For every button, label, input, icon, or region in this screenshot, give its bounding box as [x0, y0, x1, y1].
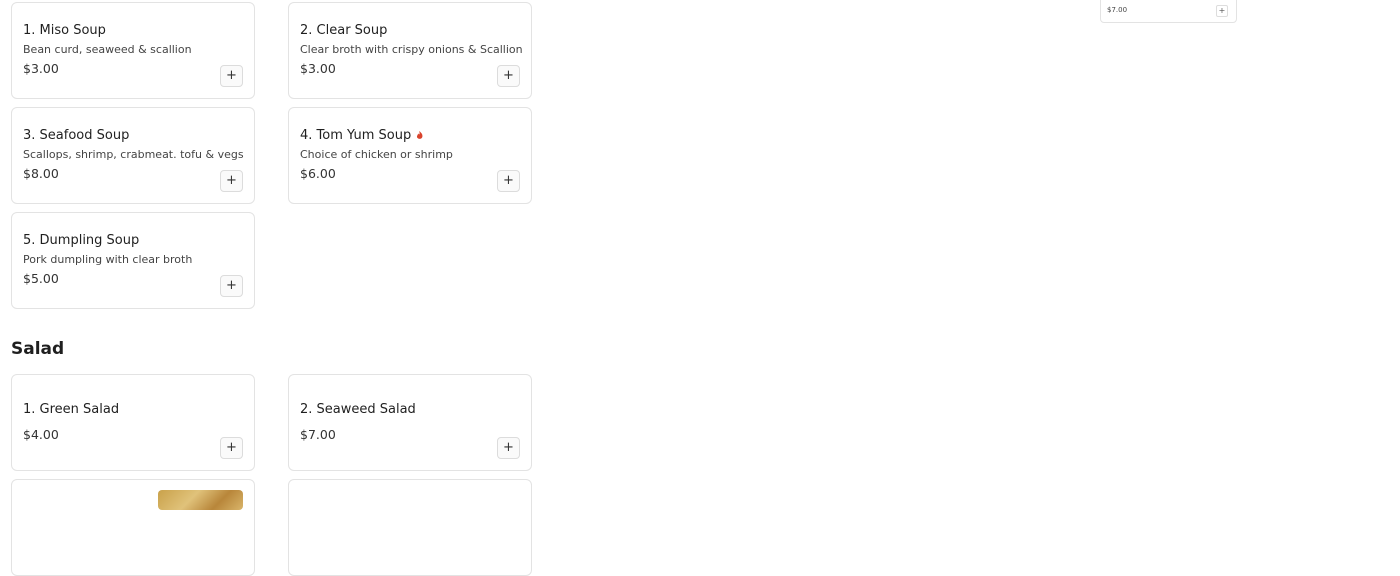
item-name: 3. Seafood Soup [23, 128, 130, 143]
add-to-cart-button[interactable]: + [497, 170, 520, 192]
add-to-cart-button[interactable]: + [220, 65, 243, 87]
item-price: $7.00 [1107, 6, 1128, 14]
item-price: $6.00 [300, 166, 336, 181]
spicy-icon [417, 130, 423, 139]
item-name: 5. Dumpling Soup [23, 233, 140, 248]
menu-item-card[interactable] [11, 479, 255, 576]
item-photo [158, 490, 243, 510]
add-to-cart-button[interactable]: + [220, 437, 243, 459]
add-to-cart-button[interactable]: + [220, 275, 243, 297]
item-price: $7.00 [300, 427, 336, 442]
item-price: $4.00 [23, 427, 59, 442]
menu-item-card[interactable]: 3. Seafood Soup Scallops, shrimp, crabme… [11, 107, 255, 204]
item-description: Clear broth with crispy onions & Scallio… [300, 43, 523, 56]
item-name: 2. Seaweed Salad [300, 402, 416, 417]
add-to-cart-button[interactable]: + [1216, 5, 1228, 17]
menu-item-card[interactable]: 4. Tom Yum Soup Choice of chicken or shr… [288, 107, 532, 204]
cart-item-card[interactable]: dressing $7.00 + [1100, 0, 1237, 23]
item-name: 2. Clear Soup [300, 23, 388, 38]
section-title-salad: Salad [11, 339, 65, 359]
item-price: $3.00 [300, 61, 336, 76]
item-price: $3.00 [23, 61, 59, 76]
menu-item-card[interactable]: 5. Dumpling Soup Pork dumpling with clea… [11, 212, 255, 309]
item-name-row: 4. Tom Yum Soup [300, 128, 424, 143]
add-to-cart-button[interactable]: + [497, 437, 520, 459]
item-name: 1. Green Salad [23, 402, 120, 417]
item-description: Bean curd, seaweed & scallion [23, 43, 192, 56]
item-name: 4. Tom Yum Soup [300, 128, 412, 143]
menu-item-card[interactable]: 1. Miso Soup Bean curd, seaweed & scalli… [11, 2, 255, 99]
item-description: Pork dumpling with clear broth [23, 253, 193, 266]
menu-item-card[interactable]: 2. Clear Soup Clear broth with crispy on… [288, 2, 532, 99]
item-name: 1. Miso Soup [23, 23, 106, 38]
item-description: Choice of chicken or shrimp [300, 148, 453, 161]
menu-item-card[interactable]: 1. Green Salad $4.00 + [11, 374, 255, 471]
menu-item-card[interactable] [288, 479, 532, 576]
item-price: $5.00 [23, 271, 59, 286]
item-description: Scallops, shrimp, crabmeat. tofu & vegs [23, 148, 244, 161]
menu-item-card[interactable]: 2. Seaweed Salad $7.00 + [288, 374, 532, 471]
add-to-cart-button[interactable]: + [220, 170, 243, 192]
item-price: $8.00 [23, 166, 59, 181]
add-to-cart-button[interactable]: + [497, 65, 520, 87]
